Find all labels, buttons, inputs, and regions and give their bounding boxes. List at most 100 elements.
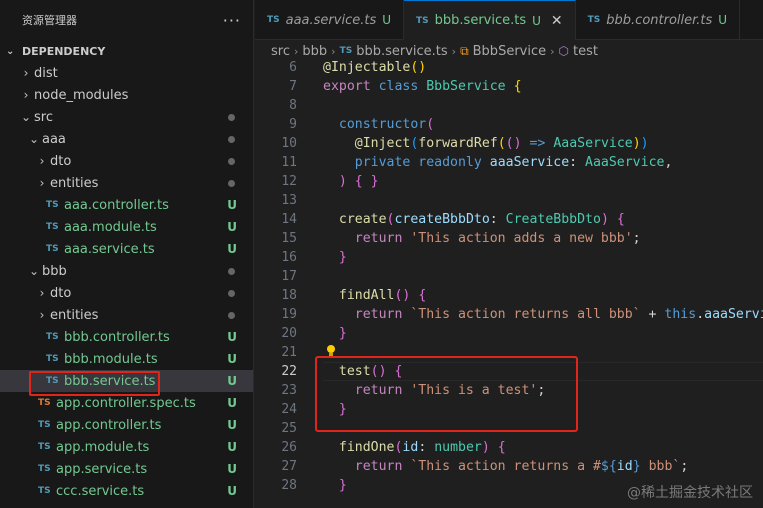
code-token: ;	[632, 231, 641, 246]
tree-file[interactable]: TS app.controller.spec.ts U	[0, 392, 253, 414]
git-status-badge: U	[718, 13, 728, 27]
tree-file[interactable]: TS app.service.ts U	[0, 458, 253, 480]
breadcrumb-src[interactable]: src	[271, 44, 290, 59]
code-token: (	[426, 117, 435, 132]
code-line[interactable]: 12 ) { }	[255, 172, 763, 191]
more-actions-icon[interactable]: ···	[223, 11, 241, 30]
watermark: @稀土掘金技术社区	[627, 485, 753, 501]
line-number: 17	[281, 269, 297, 284]
tree-folder[interactable]: › dist	[0, 62, 253, 84]
breadcrumb-method[interactable]: test	[573, 44, 598, 59]
tree-folder[interactable]: › dto	[0, 282, 253, 304]
file-tree: › dist › node_modules ⌄ src ⌄ aaa › dto › entities T…	[0, 62, 253, 502]
code-token: forwardRef	[418, 136, 498, 151]
breadcrumb-bbb[interactable]: bbb	[302, 44, 327, 59]
tree-item-label: dto	[50, 153, 72, 169]
chevron-down-icon: ⌄	[28, 264, 40, 278]
tree-item-label: bbb	[42, 263, 67, 279]
code-token: {	[513, 79, 522, 94]
line-number: 23	[281, 383, 297, 398]
tree-folder[interactable]: ⌄ aaa	[0, 128, 253, 150]
code-content: }	[297, 326, 347, 341]
tree-folder[interactable]: › entities	[0, 172, 253, 194]
tab-aaa-service-ts[interactable]: TS aaa.service.ts U	[255, 0, 405, 40]
tree-folder[interactable]: › dto	[0, 150, 253, 172]
line-number: 13	[281, 193, 297, 208]
typescript-file-icon: TS	[38, 442, 51, 452]
code-token: AaaService	[553, 136, 633, 151]
code-line[interactable]: 17	[255, 267, 763, 286]
tree-file[interactable]: TS aaa.controller.ts U	[0, 194, 253, 216]
code-line[interactable]: 9 constructor(	[255, 115, 763, 134]
code-line[interactable]: 16 }	[255, 248, 763, 267]
code-token: )	[640, 136, 649, 151]
tree-item-label: bbb.controller.ts	[64, 329, 170, 345]
chevron-right-icon: ›	[39, 308, 45, 322]
code-line[interactable]: 11 private readonly aaaService: AaaServi…	[255, 153, 763, 172]
code-line[interactable]: 27 return `This action returns a #${id} …	[255, 457, 763, 476]
code-token: private readonly	[354, 155, 490, 170]
code-line[interactable]: 20 }	[255, 324, 763, 343]
tree-file[interactable]: TS ccc.service.ts U	[0, 480, 253, 502]
tree-folder[interactable]: ⌄ bbb	[0, 260, 253, 282]
tree-file[interactable]: TS aaa.module.ts U	[0, 216, 253, 238]
code-content: constructor(	[297, 117, 434, 132]
breadcrumb-file[interactable]: bbb.service.ts	[356, 44, 447, 59]
code-token: ()	[394, 288, 411, 303]
code-line[interactable]: 13	[255, 191, 763, 210]
tree-item-label: app.controller.spec.ts	[56, 395, 196, 411]
code-line[interactable]: 7 export class BbbService {	[255, 77, 763, 96]
code-line[interactable]: 26 findOne(id: number) {	[255, 438, 763, 457]
close-icon[interactable]: ✕	[551, 13, 563, 29]
code-token: return	[354, 307, 411, 322]
explorer-sidebar: 资源管理器 ··· ⌄ DEPENDENCY › dist › node_module…	[0, 0, 254, 508]
modified-dot-icon	[228, 135, 235, 143]
tree-folder[interactable]: › entities	[0, 304, 253, 326]
method-symbol-icon: ⬡	[558, 44, 569, 58]
code-line[interactable]: 14 create(createBbbDto: CreateBbbDto) {	[255, 210, 763, 229]
modified-dot-icon	[228, 179, 235, 187]
tree-folder[interactable]: › node_modules	[0, 84, 253, 106]
code-line[interactable]: 8	[255, 96, 763, 115]
code-line[interactable]: 15 return 'This action adds a new bbb';	[255, 229, 763, 248]
git-status-badge: U	[227, 242, 237, 256]
code-token: findOne	[338, 440, 395, 455]
typescript-file-icon: TS	[46, 332, 59, 342]
tree-file[interactable]: TS bbb.controller.ts U	[0, 326, 253, 348]
breadcrumb-class[interactable]: BbbService	[473, 44, 546, 59]
git-status-badge: U	[227, 396, 237, 410]
tree-file[interactable]: TS aaa.service.ts U	[0, 238, 253, 260]
tree-folder[interactable]: ⌄ src	[0, 106, 253, 128]
code-token: number	[434, 440, 482, 455]
tree-file[interactable]: TS bbb.service.ts U	[0, 370, 253, 396]
code-line[interactable]: 19 return `This action returns all bbb` …	[255, 305, 763, 324]
tab-bbb-service-ts[interactable]: TS bbb.service.ts U ✕	[404, 0, 576, 40]
code-token: }	[338, 326, 347, 341]
editor-tab-bar: TS aaa.service.ts U TS bbb.service.ts U ✕ TS bbb…	[255, 0, 763, 40]
code-line[interactable]: 10 @Inject(forwardRef(() => AaaService))	[255, 134, 763, 153]
typescript-file-icon: TS	[46, 222, 59, 232]
tree-file[interactable]: TS app.controller.ts U	[0, 414, 253, 436]
tree-file[interactable]: TS app.module.ts U	[0, 436, 253, 458]
code-content: findAll() {	[297, 288, 426, 303]
code-editor[interactable]: 6 @Injectable() 7 export class BbbService {…	[255, 58, 763, 508]
git-status-badge: U	[227, 484, 237, 498]
code-token: {	[497, 440, 506, 455]
code-line[interactable]: 18 findAll() {	[255, 286, 763, 305]
modified-dot-icon	[228, 267, 235, 275]
code-line[interactable]: 6 @Injectable()	[255, 58, 763, 77]
code-token: CreateBbbDto	[505, 212, 601, 227]
tree-file[interactable]: TS bbb.module.ts U	[0, 348, 253, 370]
code-token: bbb`	[640, 459, 681, 474]
tab-bbb-controller-ts[interactable]: TS bbb.controller.ts U	[576, 0, 741, 40]
section-dependency[interactable]: ⌄ DEPENDENCY	[0, 40, 253, 62]
